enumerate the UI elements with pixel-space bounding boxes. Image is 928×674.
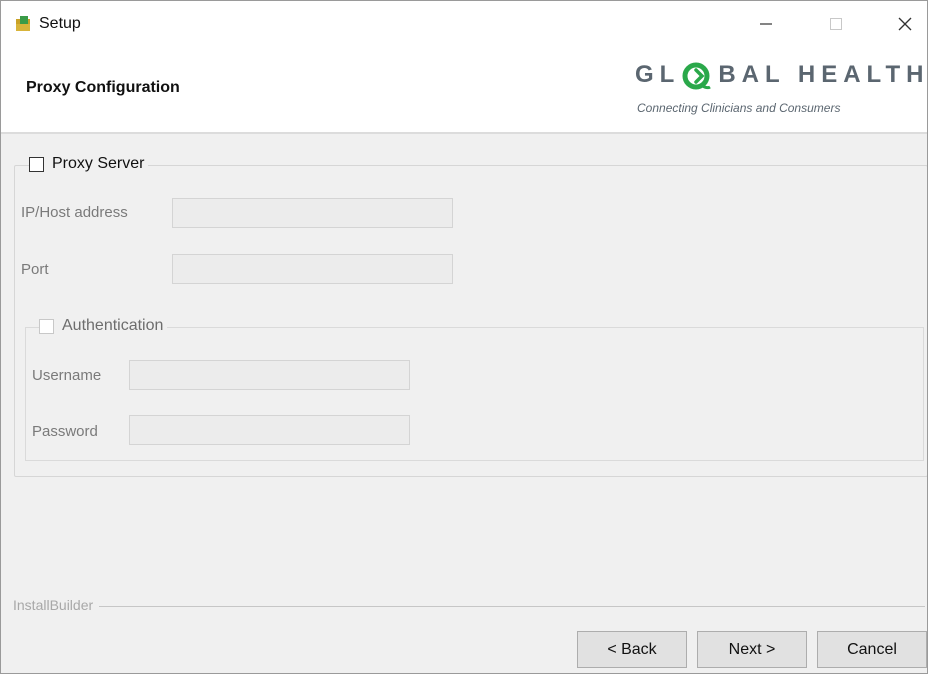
cancel-button[interactable]: Cancel [817,631,927,668]
close-button[interactable] [882,1,927,47]
title-bar: Setup [1,1,927,47]
page-title: Proxy Configuration [26,79,180,96]
username-input[interactable] [129,360,410,390]
authentication-toggle[interactable]: Authentication [39,317,168,335]
wizard-header: Proxy Configuration GL BAL HEALTH Connect… [1,47,927,134]
installbuilder-brand: InstallBuilder [13,597,100,613]
close-icon [898,17,912,31]
next-button[interactable]: Next > [697,631,807,668]
authentication-label: Authentication [62,317,164,334]
logo-swirl-icon [682,62,711,90]
logo-wordmark: GL BAL HEALTH [635,61,928,89]
port-input[interactable] [172,254,453,284]
password-label: Password [32,423,98,440]
window-title: Setup [39,15,81,32]
minimize-icon [760,23,772,25]
host-address-input[interactable] [172,198,453,228]
authentication-checkbox[interactable] [39,318,54,334]
maximize-icon [830,18,842,30]
logo-word-right: BAL HEALTH [718,61,928,88]
password-input[interactable] [129,415,410,445]
maximize-button[interactable] [813,1,859,47]
proxy-server-toggle[interactable]: Proxy Server [29,155,149,173]
footer-divider [13,606,925,607]
host-address-label: IP/Host address [21,204,128,221]
username-label: Username [32,367,102,384]
back-button[interactable]: < Back [577,631,687,668]
setup-window: Setup Proxy Configuration GL BAL HEALTH [0,0,928,674]
setup-app-icon [16,16,30,31]
proxy-server-label: Proxy Server [52,155,145,172]
minimize-button[interactable] [743,1,789,47]
logo-word-left: GL [635,61,681,88]
global-health-logo: GL BAL HEALTH Connecting Clinicians and C… [631,59,927,119]
logo-tagline: Connecting Clinicians and Consumers [637,101,841,115]
port-label: Port [21,261,49,278]
proxy-server-checkbox[interactable] [29,156,44,172]
